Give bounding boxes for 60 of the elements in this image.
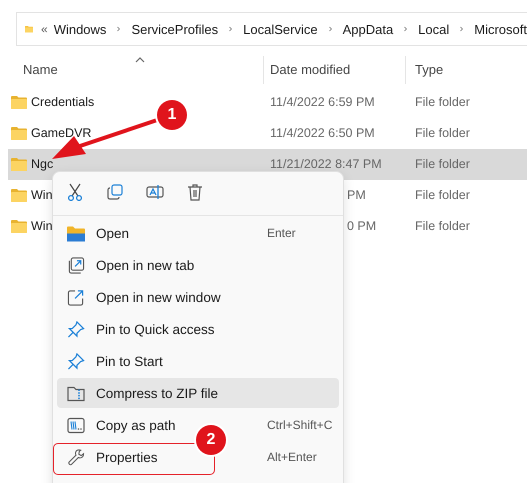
shortcut-text: Ctrl+Shift+C xyxy=(267,418,332,432)
column-header[interactable]: Name xyxy=(23,62,58,77)
chevron-right-icon xyxy=(328,24,332,34)
file-name: GameDVR xyxy=(31,126,92,140)
chevron-right-icon xyxy=(229,24,232,34)
trash-icon xyxy=(187,183,203,201)
date-modified: 11/4/2022 6:59 PM xyxy=(270,95,375,109)
chevron-right-icon xyxy=(404,24,408,34)
breadcrumb-item[interactable]: AppData xyxy=(342,22,394,36)
pin-icon xyxy=(67,352,85,370)
shortcut-text: Enter xyxy=(267,226,296,240)
breadcrumb-item[interactable]: Microsoft xyxy=(474,22,527,36)
folder-icon xyxy=(67,224,85,242)
wrench-icon xyxy=(67,448,85,466)
file-type: File folder xyxy=(415,126,470,140)
menu-item[interactable]: Compress to ZIP file xyxy=(57,378,339,408)
date-modified: 11/4/2022 6:50 PM xyxy=(270,126,375,140)
file-name: Ngc xyxy=(31,157,54,171)
folder-icon xyxy=(11,157,27,171)
file-type: File folder xyxy=(415,95,470,109)
column-header[interactable]: Type xyxy=(415,62,444,77)
file-name: Credentials xyxy=(31,95,94,109)
file-name: Win xyxy=(31,219,53,233)
date-modified: PM xyxy=(347,188,366,202)
step-number-badge: 2 xyxy=(196,425,226,455)
menu-item[interactable]: Pin to Start xyxy=(57,346,339,376)
file-type: File folder xyxy=(415,188,470,202)
column-header[interactable]: Date modified xyxy=(270,62,350,77)
rename-icon xyxy=(146,184,164,200)
file-type: File folder xyxy=(415,157,470,171)
folder-icon xyxy=(11,126,27,140)
date-modified: 11/21/2022 8:47 PM xyxy=(270,157,382,171)
path-icon xyxy=(67,416,85,434)
breadcrumb-item[interactable]: LocalService xyxy=(243,22,318,36)
sort-up-icon xyxy=(135,57,145,63)
menu-item[interactable]: Open Enter xyxy=(57,218,339,248)
overflow-chevron[interactable]: « xyxy=(41,22,48,36)
shortcut-text: Alt+Enter xyxy=(267,450,317,464)
new-tab-icon xyxy=(67,256,85,274)
menu-item[interactable]: Pin to Quick access xyxy=(57,314,339,344)
date-modified: 0 PM xyxy=(347,219,376,233)
breadcrumb-item[interactable]: Windows xyxy=(54,22,106,36)
pin-icon xyxy=(67,320,85,338)
step-number-badge: 1 xyxy=(157,100,187,130)
chevron-right-icon xyxy=(117,24,120,34)
folder-icon xyxy=(11,188,27,202)
copy-icon xyxy=(107,184,123,200)
external-link-icon xyxy=(67,288,85,306)
address-bar[interactable]: « Windows ServiceProfiles LocalService AppData Local Microsoft xyxy=(16,12,527,46)
scissors-icon xyxy=(67,183,83,201)
menu-item[interactable]: Open in new window xyxy=(57,282,339,312)
folder-icon xyxy=(11,219,27,233)
chevron-right-icon xyxy=(460,24,464,34)
folder-icon xyxy=(11,95,27,109)
menu-item[interactable]: Open in new tab xyxy=(57,250,339,280)
zip-folder-icon xyxy=(67,384,85,402)
breadcrumb-item[interactable]: ServiceProfiles xyxy=(131,22,218,36)
file-name: Win xyxy=(31,188,53,202)
breadcrumb-item[interactable]: Local xyxy=(418,22,450,36)
file-type: File folder xyxy=(415,219,470,233)
